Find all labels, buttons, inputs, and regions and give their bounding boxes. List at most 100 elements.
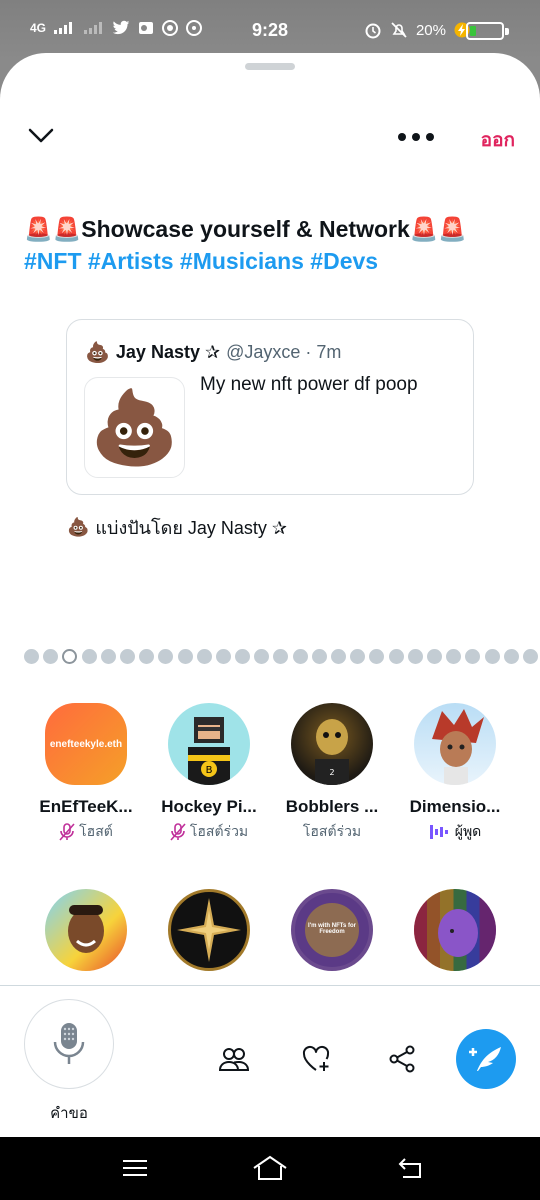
- participant-3[interactable]: 2 Bobblers ... โฮสต์ร่วม: [270, 703, 394, 843]
- carousel-dot[interactable]: [350, 649, 366, 664]
- chevron-down-icon[interactable]: [26, 125, 60, 151]
- home-icon: [253, 1155, 287, 1180]
- avatar: B: [168, 703, 250, 785]
- carousel-dot[interactable]: [331, 649, 346, 664]
- carousel-dot[interactable]: [62, 649, 78, 664]
- avatar: enefteekyle.eth: [45, 703, 127, 785]
- carousel-dot[interactable]: [177, 649, 193, 664]
- tweet-header: 💩 Jay Nasty ✰ @Jayxce · 7m: [85, 340, 341, 365]
- pinned-tweet[interactable]: 💩 Jay Nasty ✰ @Jayxce · 7m 💩 My new nft …: [66, 319, 474, 495]
- people-icon: [219, 1048, 249, 1071]
- participants-button[interactable]: [214, 1039, 254, 1079]
- avatar: [414, 703, 496, 785]
- participant-name: Hockey Pi...: [161, 797, 257, 816]
- request-mic-button[interactable]: [24, 999, 114, 1089]
- microphone-icon: [53, 1023, 85, 1064]
- carousel-dot[interactable]: [311, 649, 327, 664]
- carousel-dots: [24, 649, 538, 664]
- avatar: [414, 889, 496, 971]
- request-label: คำขอ: [50, 1105, 88, 1122]
- carousel-dot[interactable]: [81, 649, 97, 664]
- compose-tweet-button[interactable]: [456, 1029, 516, 1089]
- carousel-dot[interactable]: [369, 649, 385, 664]
- home-nav-button[interactable]: [250, 1151, 290, 1185]
- role-label: โฮสต์ร่วม: [189, 823, 249, 839]
- speaking-icon: [429, 825, 448, 839]
- participant-8[interactable]: [393, 889, 517, 971]
- react-button[interactable]: [297, 1039, 337, 1079]
- battery-fill: [470, 26, 476, 36]
- share-button[interactable]: [382, 1039, 422, 1079]
- carousel-dot[interactable]: [235, 649, 251, 664]
- status-bar: 4G 9:28 20%: [0, 0, 540, 60]
- avatar: [45, 889, 127, 971]
- participant-name: Dimensio...: [409, 797, 501, 816]
- participant-role: โฮสต์ร่วม: [147, 821, 271, 843]
- space-title-text: 🚨🚨Showcase yourself & Network🚨🚨: [24, 216, 468, 242]
- tweet-author-name: Jay Nasty ✰: [115, 342, 221, 362]
- carousel-dot[interactable]: [484, 649, 500, 664]
- carousel-dot[interactable]: [196, 649, 212, 664]
- carousel-dot[interactable]: [215, 649, 231, 664]
- back-icon: [398, 1158, 421, 1178]
- space-sheet: ออก 🚨🚨Showcase yourself & Network🚨🚨 #NFT…: [0, 53, 540, 1137]
- more-options-button[interactable]: [398, 125, 436, 149]
- space-title-tags[interactable]: #NFT #Artists #Musicians #Devs: [24, 245, 524, 277]
- carousel-dot[interactable]: [254, 649, 270, 664]
- avatar: I'm with NFTs for Freedom: [291, 889, 373, 971]
- compose-icon: [469, 1047, 501, 1071]
- carousel-dot[interactable]: [465, 649, 481, 664]
- avatar: [168, 889, 250, 971]
- menu-nav-button[interactable]: [115, 1151, 155, 1185]
- avatar-text: enefteekyle.eth: [49, 738, 123, 750]
- menu-icon: [123, 1160, 147, 1176]
- avatar-badge-text: I'm with NFTs for Freedom: [308, 923, 356, 935]
- heart-plus-icon: [302, 1045, 330, 1071]
- carousel-dot[interactable]: [273, 649, 289, 664]
- carousel-dot[interactable]: [407, 649, 423, 664]
- svg-text:B: B: [206, 765, 213, 776]
- mute-icon: [391, 22, 407, 38]
- bottom-divider: [0, 985, 540, 986]
- poop-emoji-image: 💩: [89, 388, 180, 468]
- carousel-dot[interactable]: [100, 649, 116, 664]
- participant-name: EnEfTeeK...: [39, 797, 133, 816]
- carousel-dot[interactable]: [119, 649, 135, 664]
- carousel-dot[interactable]: [43, 649, 59, 664]
- carousel-dot[interactable]: [139, 649, 155, 664]
- participant-role: โฮสต์: [24, 821, 148, 843]
- tweet-text: My new nft power df poop: [200, 374, 418, 395]
- svg-text:2: 2: [329, 768, 334, 777]
- shared-by-emoji: 💩: [67, 517, 90, 537]
- carousel-dot[interactable]: [24, 649, 39, 664]
- participant-role: โฮสต์ร่วม: [270, 821, 394, 843]
- role-label: โฮสต์: [79, 823, 113, 839]
- battery-tip: [505, 28, 509, 35]
- participant-5[interactable]: [24, 889, 148, 971]
- participant-2[interactable]: B Hockey Pi... โฮสต์ร่วม: [147, 703, 271, 843]
- share-icon: [389, 1045, 415, 1073]
- leave-button[interactable]: ออก: [481, 125, 515, 155]
- participant-7[interactable]: I'm with NFTs for Freedom: [270, 889, 394, 971]
- tweet-image[interactable]: 💩: [84, 377, 185, 478]
- space-title: 🚨🚨Showcase yourself & Network🚨🚨 #NFT #Ar…: [24, 213, 524, 277]
- carousel-dot[interactable]: [503, 649, 519, 664]
- role-label: โฮสต์ร่วม: [302, 823, 362, 839]
- drag-handle[interactable]: [245, 63, 295, 70]
- carousel-dot[interactable]: [446, 649, 462, 664]
- participant-role: ผู้พูด: [393, 821, 517, 843]
- status-right: 20%: [364, 21, 470, 39]
- carousel-dot[interactable]: [388, 649, 404, 664]
- carousel-dot[interactable]: [292, 649, 308, 664]
- battery-percent: 20%: [415, 21, 446, 39]
- mic-muted-icon: [59, 823, 75, 841]
- carousel-dot[interactable]: [426, 649, 442, 664]
- carousel-dot[interactable]: [158, 649, 174, 664]
- participant-4[interactable]: Dimensio... ผู้พูด: [393, 703, 517, 843]
- system-nav-bar: [0, 1137, 540, 1200]
- carousel-dot[interactable]: [522, 649, 538, 664]
- participant-1[interactable]: enefteekyle.eth EnEfTeeK... โฮสต์: [24, 703, 148, 843]
- participant-6[interactable]: [147, 889, 271, 971]
- participant-name: Bobblers ...: [285, 797, 379, 816]
- back-nav-button[interactable]: [392, 1151, 432, 1185]
